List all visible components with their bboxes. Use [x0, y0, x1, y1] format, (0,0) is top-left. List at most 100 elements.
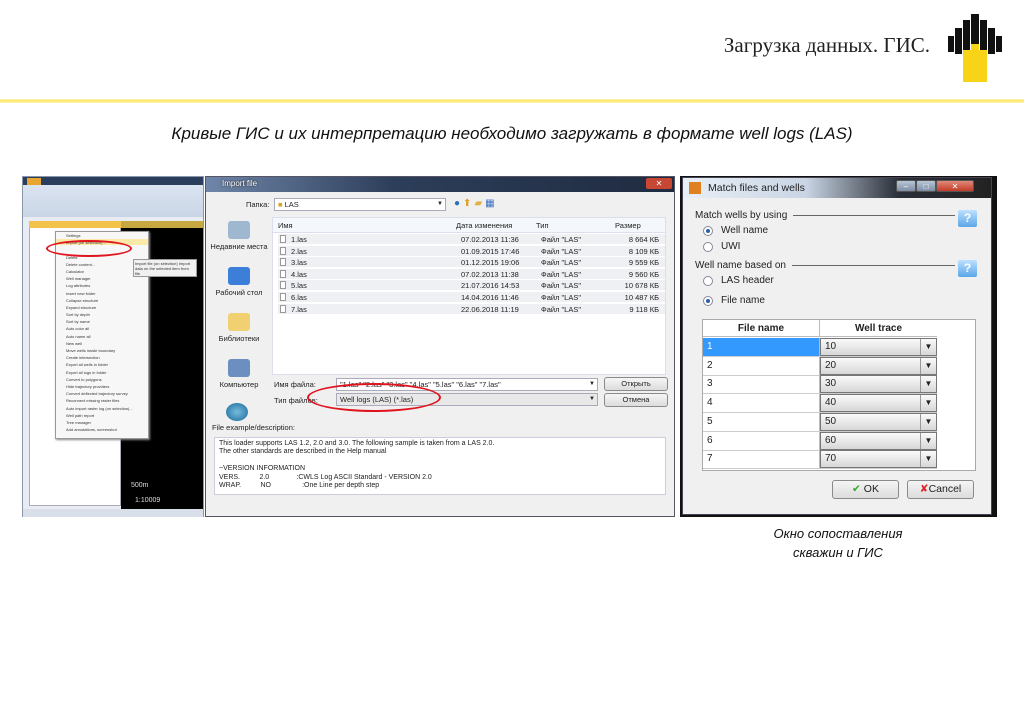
col-name[interactable]: Имя	[278, 221, 293, 230]
menu-item[interactable]: Convert deflected trajectory survey	[56, 390, 148, 398]
file-row[interactable]: 5.las 21.07.2016 14:53 Файл "LAS" 10 678 КБ	[278, 280, 665, 292]
cancel-button[interactable]: ✘Cancel	[907, 480, 974, 499]
file-type: Файл "LAS"	[541, 258, 582, 268]
caption-line: Окно сопоставления	[773, 526, 903, 541]
menu-item[interactable]: Create intersection	[56, 354, 148, 362]
col-size[interactable]: Размер	[615, 221, 641, 230]
file-size: 9 559 КБ	[628, 258, 659, 268]
file-date: 01.12.2015 19:06	[461, 258, 520, 268]
file-row[interactable]: 3.las 01.12.2015 19:06 Файл "LAS" 9 559 КБ	[278, 257, 665, 269]
close-button[interactable]: ✕	[646, 178, 672, 189]
menu-item[interactable]: Auto color all	[56, 325, 148, 333]
menu-item[interactable]: Auto import raster log (on selection)...	[56, 405, 148, 412]
well-trace-select[interactable]: 30 ▼	[820, 375, 937, 394]
nav-toolbar[interactable]: ●⬆▰▦	[454, 198, 498, 209]
well-trace-select[interactable]: 50 ▼	[820, 412, 937, 431]
well-trace-value: 20	[825, 359, 837, 371]
place-computer[interactable]: Компьютер	[209, 359, 269, 389]
menu-item[interactable]: Hide trajectory providers	[56, 383, 148, 391]
help-icon[interactable]: ?	[958, 210, 977, 227]
up-folder-icon: ⬆	[463, 198, 475, 209]
minimize-button[interactable]: –	[896, 180, 916, 192]
radio-las-header[interactable]: LAS header	[703, 275, 774, 286]
file-name-cell[interactable]: 7	[703, 450, 820, 469]
chevron-down-icon: ▼	[920, 376, 936, 393]
well-trace-select[interactable]: 10 ▼	[820, 338, 937, 356]
radio-file-name[interactable]: File name	[703, 295, 765, 306]
file-row[interactable]: 1.las 07.02.2013 11:36 Файл "LAS" 8 664 КБ	[278, 234, 665, 245]
place-recent[interactable]: Недавние места	[209, 221, 269, 251]
file-name-cell[interactable]: 6	[703, 431, 820, 450]
file-name: 4.las	[291, 269, 307, 279]
file-name-cell[interactable]: 4	[703, 394, 820, 413]
match-row: 3 30 ▼	[703, 375, 937, 395]
file-icon	[280, 269, 286, 278]
folder-icon: ■	[278, 200, 283, 209]
place-libraries[interactable]: Библиотеки	[209, 313, 269, 343]
menu-item[interactable]: Auto name all	[56, 333, 148, 340]
map-window-tab[interactable]	[121, 221, 203, 228]
menu-item[interactable]: Export all logs in folder	[56, 369, 148, 376]
back-icon: ●	[454, 198, 464, 209]
col-type[interactable]: Тип	[536, 221, 549, 230]
file-date: 14.04.2016 11:46	[461, 293, 519, 302]
ok-button[interactable]: ✔ OK	[832, 480, 899, 499]
file-row[interactable]: 7.las 22.06.2018 11:19 Файл "LAS" 9 118 КБ	[278, 303, 665, 315]
file-name-cell[interactable]: 5	[703, 412, 820, 431]
match-row: 7 70 ▼	[703, 450, 937, 470]
place-desktop[interactable]: Рабочий стол	[209, 267, 269, 297]
menu-item[interactable]: Tree manager	[56, 419, 148, 427]
radio-well-name[interactable]: Well name	[703, 225, 768, 236]
menu-item[interactable]: New well	[56, 340, 148, 347]
file-date: 07.02.2013 11:36	[461, 235, 519, 244]
tooltip: Import file (on selection) Import data o…	[133, 259, 197, 277]
well-trace-value: 70	[825, 453, 837, 465]
file-date: 22.06.2018 11:19	[461, 304, 519, 314]
menu-item[interactable]: Sort by name	[56, 318, 148, 326]
file-name-cell[interactable]: 1	[703, 338, 820, 356]
menu-item[interactable]: Move wells inside boundary	[56, 347, 148, 355]
description-text: This loader supports LAS 1.2, 2.0 and 3.…	[214, 437, 666, 495]
well-trace-select[interactable]: 70 ▼	[820, 450, 937, 469]
open-button[interactable]: Открыть	[604, 377, 668, 391]
maximize-button[interactable]: □	[916, 180, 936, 192]
menu-item[interactable]: Convert to polygons	[56, 376, 148, 383]
slide-subtitle: Кривые ГИС и их интерпретацию необходимо…	[171, 124, 853, 143]
help-icon[interactable]: ?	[958, 260, 977, 277]
file-row[interactable]: 4.las 07.02.2013 11:38 Файл "LAS" 9 560 КБ	[278, 268, 665, 280]
file-tab[interactable]	[27, 178, 41, 185]
menu-item[interactable]: Well path report	[56, 412, 148, 419]
file-size: 10 487 КБ	[624, 293, 659, 302]
radio-uwi[interactable]: UWI	[703, 241, 740, 252]
menu-item[interactable]: Reconnect missing raster files	[56, 397, 148, 405]
menu-item[interactable]: Sort by depth	[56, 311, 148, 319]
well-trace-select[interactable]: 20 ▼	[820, 356, 937, 375]
file-name-cell[interactable]: 2	[703, 356, 820, 375]
file-name-cell[interactable]: 3	[703, 375, 820, 394]
menu-item[interactable]: Insert new folder	[56, 290, 148, 297]
title-bar	[206, 177, 674, 192]
highlight-ellipse	[307, 383, 441, 412]
file-icon	[280, 258, 286, 267]
cancel-button[interactable]: Отмена	[604, 393, 668, 407]
file-type: Файл "LAS"	[541, 304, 582, 314]
menu-item[interactable]: Collapse structure	[56, 297, 148, 304]
well-trace-select[interactable]: 40 ▼	[820, 394, 937, 413]
menu-item[interactable]: Settings	[56, 232, 148, 240]
file-name: 2.las	[291, 246, 307, 256]
col-well-trace: Well trace	[820, 320, 937, 337]
well-trace-value: 40	[825, 397, 837, 409]
close-button[interactable]: ✕	[936, 180, 974, 192]
scale-bar-label: 500m	[131, 482, 149, 489]
file-row[interactable]: 2.las 01.09.2015 17:46 Файл "LAS" 8 109 КБ	[278, 245, 665, 257]
menu-item[interactable]: Export all wells in folder	[56, 361, 148, 369]
menu-item[interactable]: Expand structure	[56, 304, 148, 312]
col-date[interactable]: Дата изменения	[456, 221, 512, 230]
folder-select[interactable]: ■ LAS ▼	[274, 198, 446, 211]
x-icon: ✘	[919, 483, 929, 495]
menu-item[interactable]: Add annotations, screenshot	[56, 426, 148, 434]
menu-item[interactable]: Log attributes	[56, 282, 148, 290]
ribbon-tabs[interactable]	[23, 177, 203, 185]
file-row[interactable]: 6.las 14.04.2016 11:46 Файл "LAS" 10 487 КБ	[278, 292, 665, 303]
well-trace-select[interactable]: 60 ▼	[820, 431, 937, 450]
